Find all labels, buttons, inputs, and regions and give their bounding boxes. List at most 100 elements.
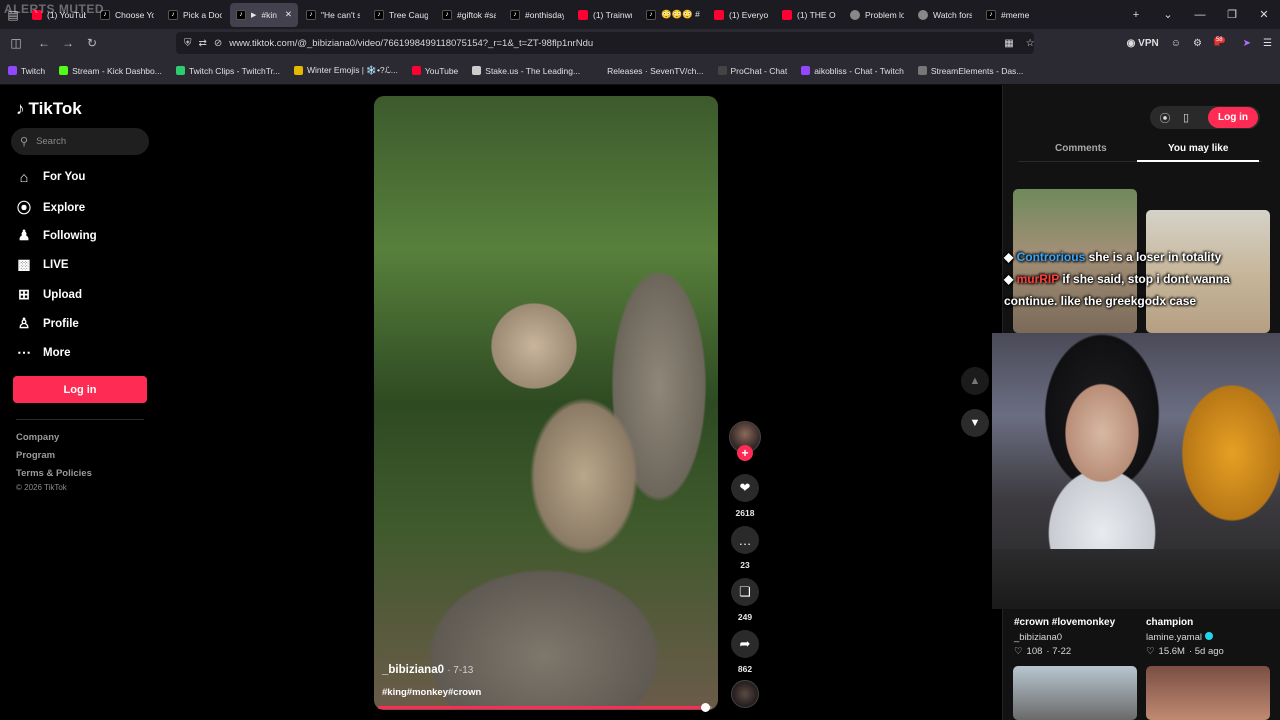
- stream-chat-overlay: ◆ Controrious she is a loser in totality…: [1004, 246, 1280, 312]
- compass-icon[interactable]: ⦿: [1154, 106, 1176, 129]
- bookmark-item[interactable]: aikobliss - Chat - Twitch: [801, 66, 904, 76]
- browser-tab[interactable]: (1) Trainwre: [572, 3, 638, 27]
- ublock-icon[interactable]: ■58: [1214, 36, 1231, 49]
- browser-tab[interactable]: ♪ ▶ #kin ✕: [230, 2, 298, 27]
- mobile-icon[interactable]: ▯: [1175, 106, 1197, 129]
- minimize-icon[interactable]: —: [1184, 9, 1216, 21]
- follow-plus-icon[interactable]: +: [737, 445, 753, 461]
- tab-active-indicator: [1137, 160, 1259, 162]
- sidebar-toggle-icon[interactable]: ◫: [4, 36, 28, 50]
- close-window-icon[interactable]: ✕: [1248, 8, 1280, 21]
- tiktok-logo[interactable]: ♪ TikTok: [16, 99, 82, 119]
- bookmark-item[interactable]: Stream - Kick Dashbo...: [59, 66, 162, 76]
- browser-tab[interactable]: ♪ #giftok #sa: [436, 3, 502, 27]
- extensions-icon[interactable]: ⚙: [1193, 38, 1202, 49]
- speaker-icon[interactable]: ▶: [251, 11, 256, 19]
- url-bar[interactable]: ⛨ ⇄ ⊘ www.tiktok.com/@_bibiziana0/video/…: [176, 32, 1034, 54]
- card-username[interactable]: lamine.yamal: [1146, 632, 1202, 643]
- bookmark-item[interactable]: Releases · SevenTV/ch...: [594, 66, 704, 76]
- bookmark-label: Stream - Kick Dashbo...: [72, 65, 162, 76]
- previous-video-button[interactable]: ▲: [961, 367, 989, 395]
- sidebar-login-button[interactable]: Log in: [13, 376, 147, 403]
- permissions-icon[interactable]: ⇄: [199, 38, 207, 49]
- url-text[interactable]: www.tiktok.com/@_bibiziana0/video/766199…: [229, 38, 593, 49]
- forward-icon[interactable]: →: [56, 36, 80, 50]
- card-caption[interactable]: #crown #lovemonkey: [1014, 617, 1115, 628]
- bookmark-item[interactable]: YouTube: [411, 66, 458, 76]
- back-icon[interactable]: ←: [32, 36, 56, 50]
- nav-explore[interactable]: ⦿ Explore: [16, 198, 85, 218]
- video-author[interactable]: _bibiziana0 · 7-13: [382, 664, 473, 676]
- tiktok-favicon-icon: ♪: [646, 9, 656, 20]
- seventv-icon[interactable]: ➤: [1243, 38, 1251, 49]
- bookmark-item[interactable]: ProChat - Chat: [717, 66, 787, 76]
- browser-tab[interactable]: Watch forse: [912, 3, 978, 27]
- nav-live[interactable]: ▩ LIVE: [16, 256, 68, 273]
- bookmark-item[interactable]: Winter Emojis | ❄️•?ℒ...: [294, 65, 398, 76]
- new-tab-icon[interactable]: +: [1120, 9, 1152, 21]
- search-box[interactable]: ⚲: [11, 128, 149, 155]
- shield-icon[interactable]: ⛨: [184, 38, 192, 49]
- webcam-desk: [992, 549, 1280, 609]
- video-player[interactable]: [374, 96, 718, 710]
- tab-comments[interactable]: Comments: [1055, 143, 1107, 154]
- tiktok-favicon-icon: ♪: [986, 9, 996, 20]
- nav-more[interactable]: ⋯ More: [16, 344, 70, 361]
- nav-upload[interactable]: ⊞ Upload: [16, 286, 82, 303]
- browser-tab[interactable]: Problem loa: [844, 3, 910, 27]
- vpn-button[interactable]: ◉ VPN: [1127, 38, 1159, 49]
- audio-muted-icon[interactable]: ⊘: [214, 38, 222, 49]
- recommended-thumbnail[interactable]: [1146, 666, 1270, 720]
- video-hashtags[interactable]: #king#monkey#crown: [382, 687, 481, 698]
- music-disc-icon[interactable]: [731, 680, 759, 708]
- reader-view-icon[interactable]: ▦: [1004, 38, 1013, 49]
- bookmark-label: StreamElements - Das...: [930, 65, 1024, 76]
- nav-profile[interactable]: ♙ Profile: [16, 315, 79, 332]
- footer-terms[interactable]: Terms & Policies: [16, 468, 92, 479]
- card-username-row[interactable]: lamine.yamal: [1146, 632, 1213, 643]
- nav-following[interactable]: ♟ Following: [16, 227, 97, 244]
- search-input[interactable]: [36, 136, 137, 147]
- card-likes: 15.6M: [1158, 646, 1185, 657]
- close-tab-icon[interactable]: ✕: [285, 9, 292, 20]
- reload-icon[interactable]: ↻: [80, 36, 104, 50]
- tab-overflow-icon[interactable]: ⌄: [1152, 8, 1184, 21]
- video-username[interactable]: _bibiziana0: [382, 664, 444, 676]
- card-username[interactable]: _bibiziana0: [1014, 632, 1062, 643]
- bookmark-item[interactable]: Twitch Clips - TwitchTr...: [175, 66, 280, 76]
- browser-tab[interactable]: (1) THE ON: [776, 3, 842, 27]
- chat-username: Controrious: [1016, 250, 1086, 264]
- nav-label: More: [43, 346, 71, 359]
- bookmark-star-icon[interactable]: ☆: [1026, 38, 1035, 49]
- bookmark-item[interactable]: Stake.us - The Leading...: [472, 66, 580, 76]
- restore-icon[interactable]: ❐: [1216, 8, 1248, 21]
- nav-for-you[interactable]: ⌂ For You: [16, 169, 86, 185]
- browser-tab[interactable]: ♪ Pick a Door: [162, 3, 228, 27]
- next-video-button[interactable]: ▼: [961, 409, 989, 437]
- bookmark-item[interactable]: Twitch: [8, 66, 45, 76]
- tab-you-may-like[interactable]: You may like: [1168, 143, 1228, 154]
- browser-tab[interactable]: ♪ #onthisday: [504, 3, 570, 27]
- like-button[interactable]: ❤: [731, 474, 759, 502]
- tiktok-favicon-icon: ♪: [168, 9, 178, 20]
- streamer-webcam-overlay: [992, 333, 1280, 609]
- account-icon[interactable]: ☺: [1171, 38, 1181, 49]
- footer-company[interactable]: Company: [16, 432, 59, 443]
- bookmark-item[interactable]: StreamElements - Das...: [917, 65, 1024, 76]
- top-login-button[interactable]: Log in: [1208, 107, 1258, 128]
- youtube-favicon-icon: [782, 9, 792, 20]
- browser-tab[interactable]: ♪ #meme: [980, 3, 1046, 27]
- browser-tab[interactable]: (1) Everyone: [708, 3, 774, 27]
- save-button[interactable]: ❏: [731, 578, 759, 606]
- browser-tab[interactable]: ♪ 😳😳😳 #: [640, 3, 706, 27]
- footer-program[interactable]: Program: [16, 450, 55, 461]
- share-button[interactable]: ➦: [731, 630, 759, 658]
- browser-tab[interactable]: ♪ Tree Caught: [368, 3, 434, 27]
- browser-tab[interactable]: ♪ "He can't sa: [300, 3, 366, 27]
- menu-icon[interactable]: ☰: [1263, 38, 1272, 49]
- progress-knob[interactable]: [701, 703, 711, 712]
- comment-button[interactable]: …: [731, 526, 759, 554]
- recommended-thumbnail[interactable]: [1013, 666, 1137, 720]
- video-progress-bar[interactable]: [378, 703, 712, 712]
- card-caption[interactable]: champion: [1146, 617, 1193, 628]
